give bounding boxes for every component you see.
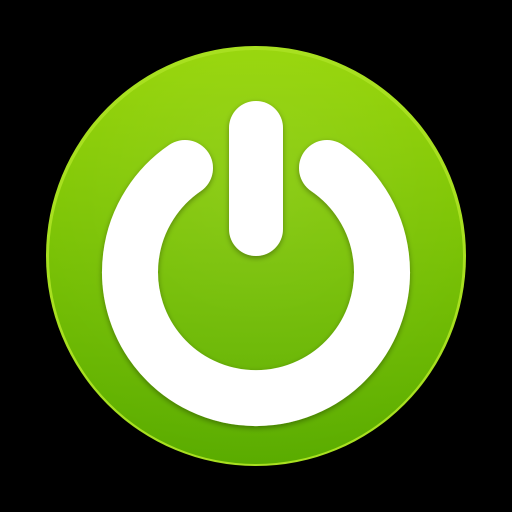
power-button[interactable] <box>0 0 512 512</box>
power-line <box>229 101 283 256</box>
app-icon-canvas <box>0 0 512 512</box>
